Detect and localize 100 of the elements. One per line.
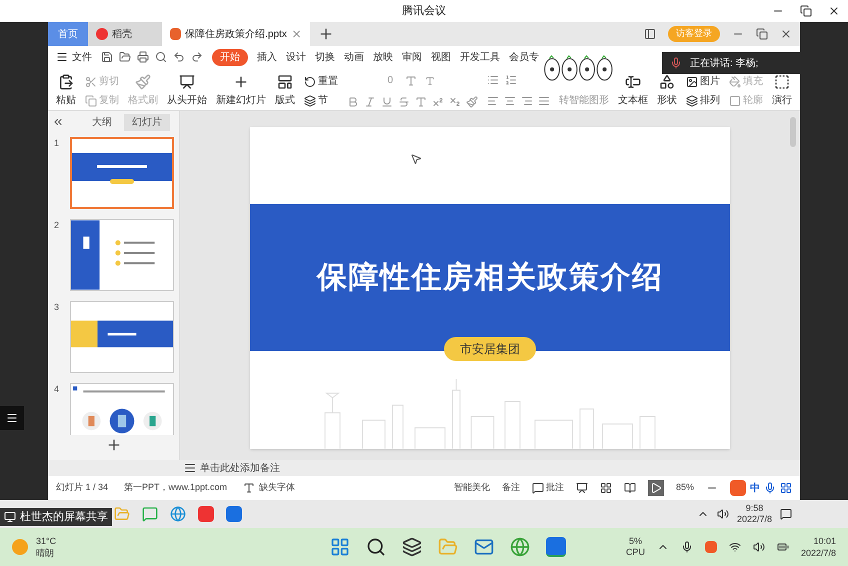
toolbar-button[interactable]: 重置 bbox=[304, 74, 338, 89]
collapse-icon[interactable] bbox=[52, 116, 64, 128]
window-title: 腾讯会议 bbox=[402, 4, 446, 19]
file-menu[interactable]: 文件 bbox=[56, 50, 92, 64]
close-icon[interactable] bbox=[828, 5, 840, 17]
align-left-icon bbox=[487, 94, 499, 106]
reading-view-icon[interactable] bbox=[624, 482, 636, 494]
toolbar-button[interactable]: 版式 bbox=[275, 74, 295, 108]
pane-tab[interactable]: 幻灯片 bbox=[124, 114, 170, 130]
toolbar-button[interactable]: 文本框 bbox=[618, 74, 648, 108]
notes-placeholder[interactable]: 单击此处添加备注 bbox=[200, 460, 280, 476]
beautify-button[interactable]: 智能美化 bbox=[454, 481, 490, 495]
play-icon bbox=[650, 482, 662, 494]
search-icon[interactable] bbox=[366, 537, 386, 557]
toolbar-button[interactable]: 形状 bbox=[657, 74, 677, 108]
comments-button[interactable]: 批注 bbox=[532, 481, 564, 495]
browser-icon[interactable] bbox=[510, 537, 530, 557]
presentation-icon bbox=[179, 74, 195, 90]
remote-date: 2022/7/8 bbox=[736, 514, 772, 525]
menu-icon bbox=[6, 412, 18, 424]
toolbar-button[interactable]: 排列 bbox=[686, 93, 720, 108]
battery-icon[interactable] bbox=[776, 541, 789, 553]
toolbar-button[interactable]: 新建幻灯片 bbox=[216, 74, 266, 108]
slide-number: 2 bbox=[54, 219, 60, 232]
bold-icon bbox=[347, 96, 359, 108]
restore-icon[interactable] bbox=[800, 5, 812, 17]
redo-icon[interactable] bbox=[191, 51, 203, 63]
volume-icon[interactable] bbox=[716, 508, 729, 520]
browser-icon[interactable] bbox=[170, 506, 186, 522]
numbered-list-icon bbox=[505, 74, 517, 86]
input-mode[interactable]: 中 bbox=[750, 480, 760, 496]
zoom-level[interactable]: 85% bbox=[676, 481, 694, 495]
toolbar-button[interactable]: 粘贴 bbox=[56, 74, 76, 108]
slide-thumbnail[interactable] bbox=[70, 301, 174, 373]
document-tab[interactable]: 保障住房政策介绍.pptx bbox=[162, 22, 310, 46]
preview-icon[interactable] bbox=[155, 51, 167, 63]
play-button[interactable] bbox=[648, 480, 664, 496]
text-box-icon bbox=[625, 74, 641, 90]
superscript-icon bbox=[432, 96, 444, 108]
ribbon-tab[interactable]: 审阅 bbox=[402, 50, 422, 64]
reset-icon bbox=[304, 76, 316, 88]
screen-icon bbox=[4, 511, 16, 523]
ribbon-tab[interactable]: 插入 bbox=[257, 50, 277, 64]
task-view-icon[interactable] bbox=[402, 537, 422, 557]
slide-thumbnail[interactable] bbox=[70, 383, 174, 435]
ribbon-tab[interactable]: 放映 bbox=[373, 50, 393, 64]
weather-condition: 晴朗 bbox=[36, 547, 55, 559]
voice-icon[interactable] bbox=[764, 482, 776, 494]
close-icon[interactable] bbox=[780, 28, 792, 40]
menu-button[interactable] bbox=[0, 406, 24, 430]
ribbon-tab[interactable]: 视图 bbox=[431, 50, 451, 64]
grid-view-icon[interactable] bbox=[600, 482, 612, 494]
close-tab-icon[interactable] bbox=[290, 28, 302, 40]
scrollbar[interactable] bbox=[790, 117, 796, 147]
volume-icon[interactable] bbox=[752, 541, 765, 553]
temperature: 31°C bbox=[36, 535, 56, 547]
ribbon-tab[interactable]: 切换 bbox=[315, 50, 335, 64]
share-text: 杜世杰的屏幕共享 bbox=[20, 510, 108, 525]
new-tab-icon[interactable] bbox=[318, 26, 334, 42]
missing-fonts-button[interactable]: 缺失字体 bbox=[243, 481, 296, 495]
slide-thumbnail[interactable] bbox=[70, 137, 174, 209]
comment-icon bbox=[532, 482, 544, 494]
shrink-font-icon bbox=[425, 76, 435, 86]
remote-time: 9:58 bbox=[746, 503, 764, 514]
keyboard-icon[interactable] bbox=[780, 482, 792, 494]
toolbar-button[interactable]: 从头开始 bbox=[167, 74, 207, 108]
print-icon[interactable] bbox=[137, 51, 149, 63]
layers-icon bbox=[686, 94, 698, 106]
slide-number: 1 bbox=[54, 137, 60, 150]
toolbar-button[interactable]: 图片 bbox=[686, 74, 720, 89]
document-tab[interactable]: 稻壳 bbox=[88, 22, 162, 46]
cpu-label: CPU bbox=[626, 547, 645, 558]
add-slide-icon[interactable] bbox=[106, 437, 122, 453]
normal-view-icon[interactable] bbox=[576, 482, 588, 494]
ribbon-tab[interactable]: 设计 bbox=[286, 50, 306, 64]
restore-icon[interactable] bbox=[756, 28, 768, 40]
ribbon-tab[interactable]: 开发工具 bbox=[460, 50, 500, 64]
notes-button[interactable]: 备注 bbox=[502, 481, 520, 495]
toolbar-button[interactable]: 演行 bbox=[772, 74, 792, 108]
microphone-icon[interactable] bbox=[680, 541, 693, 553]
ribbon-tab[interactable]: 动画 bbox=[344, 50, 364, 64]
scissors-icon bbox=[85, 76, 97, 88]
microphone-icon bbox=[670, 57, 682, 69]
save-icon[interactable] bbox=[101, 51, 113, 63]
pane-tab[interactable]: 大纲 bbox=[84, 114, 120, 130]
outline-icon bbox=[729, 94, 741, 106]
notes-icon bbox=[184, 462, 196, 474]
panel-icon[interactable] bbox=[644, 28, 656, 40]
mail-icon[interactable] bbox=[474, 537, 494, 557]
template-name: 第一PPT，www.1ppt.com bbox=[124, 481, 228, 494]
ribbon-tab[interactable]: 会员专 bbox=[509, 50, 539, 64]
slide-thumbnail[interactable] bbox=[70, 219, 174, 291]
align-center-icon bbox=[504, 94, 516, 106]
menu-icon bbox=[56, 51, 68, 63]
notification-icon[interactable] bbox=[780, 508, 792, 520]
folder-icon[interactable] bbox=[119, 51, 131, 63]
undo-icon[interactable] bbox=[173, 51, 185, 63]
clock-date: 2022/7/8 bbox=[800, 547, 836, 559]
toolbar-button[interactable]: 节 bbox=[304, 93, 338, 108]
start-icon[interactable] bbox=[330, 537, 350, 557]
